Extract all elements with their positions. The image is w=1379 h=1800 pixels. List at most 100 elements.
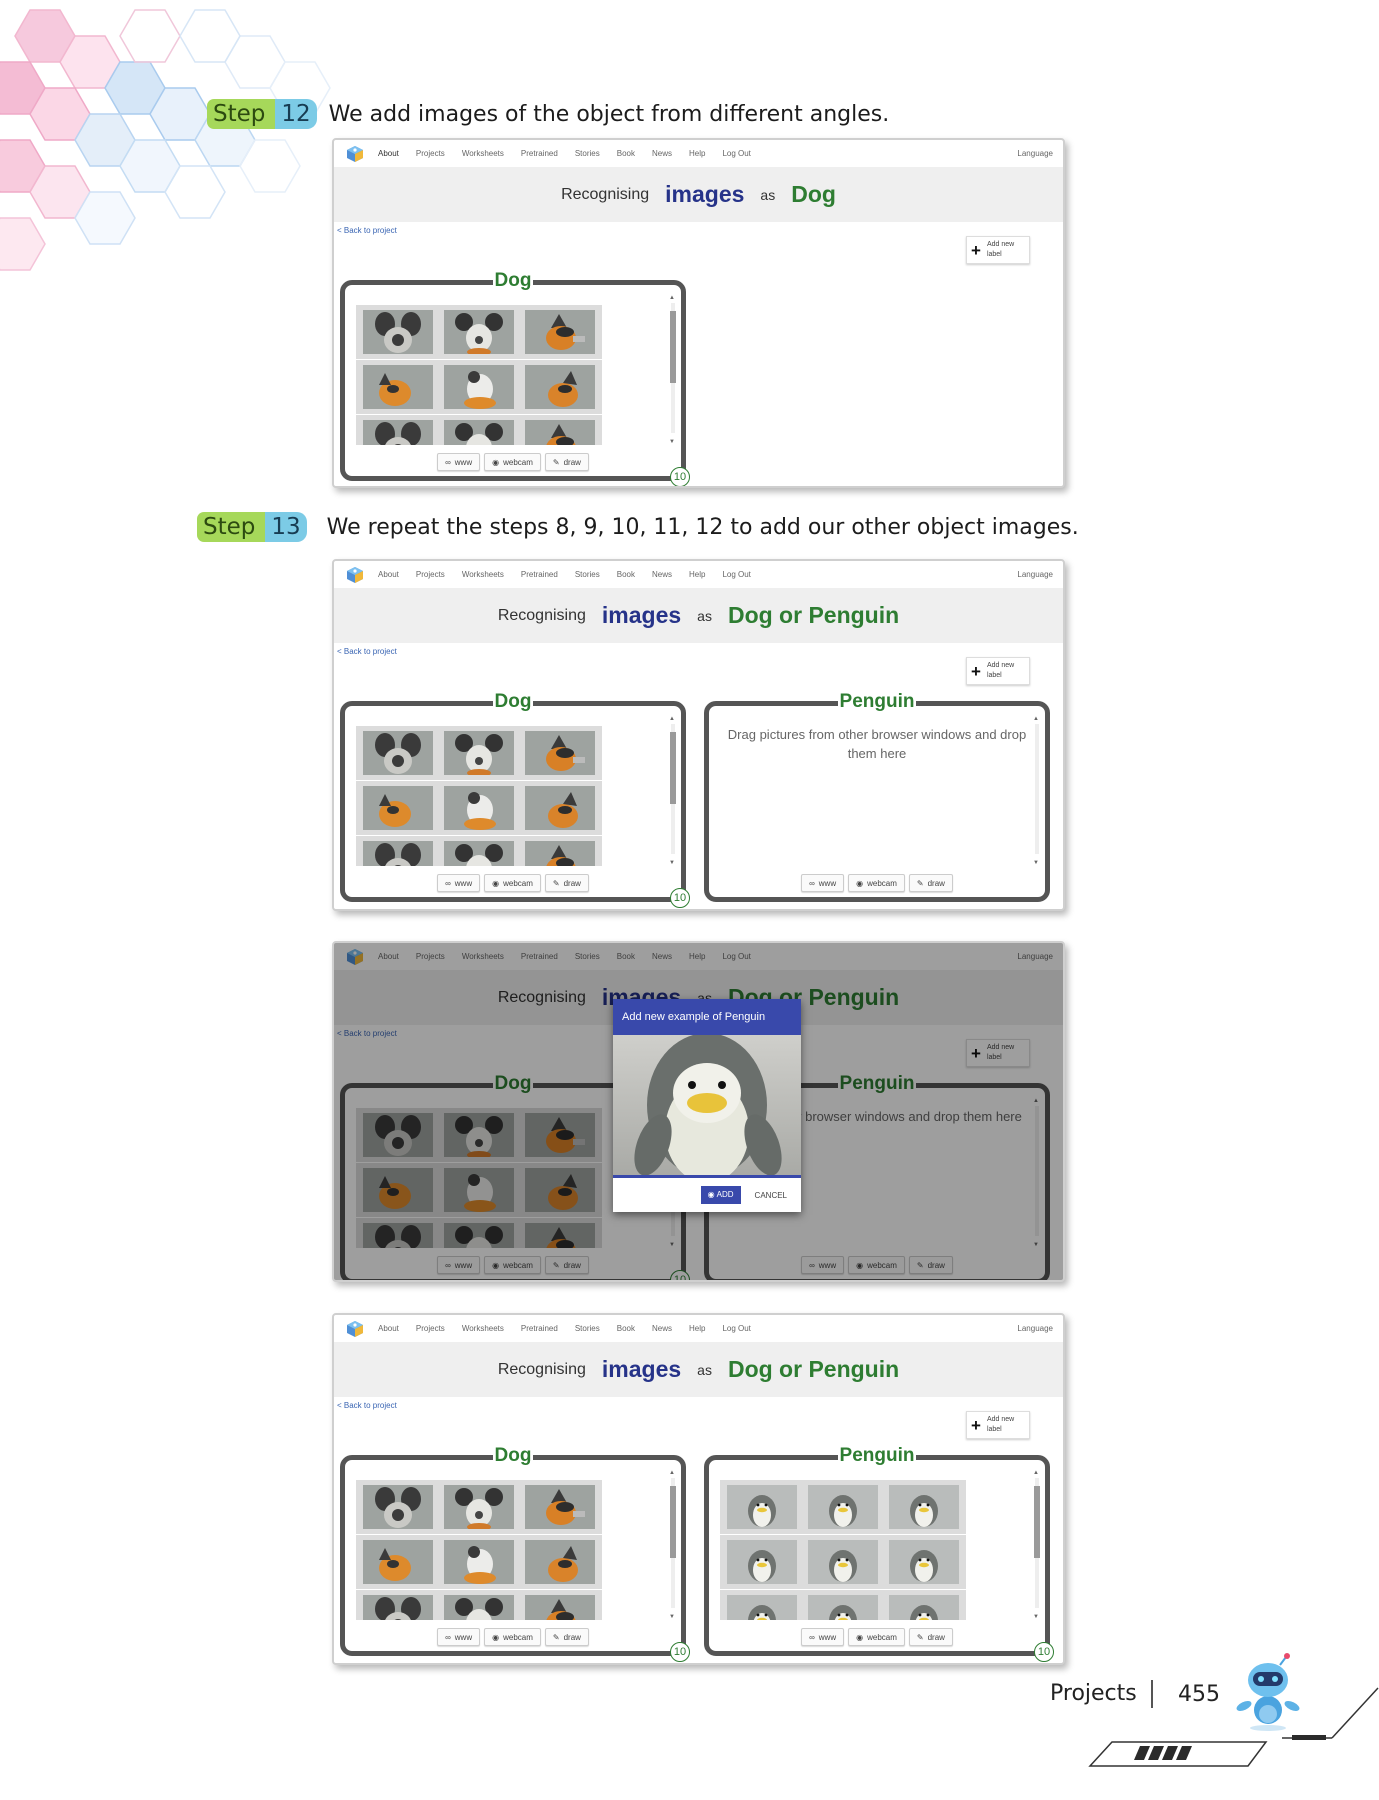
nav-help[interactable]: Help xyxy=(689,570,705,579)
nav-book[interactable]: Book xyxy=(617,1324,635,1333)
back-to-project-link[interactable]: < Back to project xyxy=(337,226,397,235)
scroll-thumb[interactable] xyxy=(670,732,676,804)
scrollbar[interactable]: ▲▼ xyxy=(1032,716,1041,866)
training-image[interactable] xyxy=(437,726,521,780)
nav-news[interactable]: News xyxy=(652,1324,672,1333)
nav-worksheets[interactable]: Worksheets xyxy=(462,570,504,579)
add-example-button[interactable]: ◉ ADD xyxy=(700,1186,741,1204)
nav-stories[interactable]: Stories xyxy=(575,149,600,158)
training-image[interactable] xyxy=(720,1480,804,1534)
www-button[interactable]: ∞ www xyxy=(437,874,481,892)
nav-projects[interactable]: Projects xyxy=(416,570,445,579)
draw-button[interactable]: ✎ draw xyxy=(544,1628,589,1646)
back-to-project-link[interactable]: < Back to project xyxy=(337,647,397,656)
training-image[interactable] xyxy=(437,360,521,414)
training-image[interactable] xyxy=(801,1535,885,1589)
add-new-label-button[interactable]: + Add new label xyxy=(966,1411,1030,1439)
training-image[interactable] xyxy=(356,781,440,835)
scroll-thumb[interactable] xyxy=(670,311,676,383)
language-menu[interactable]: Language xyxy=(1017,570,1053,579)
nav-news[interactable]: News xyxy=(652,149,672,158)
training-image[interactable] xyxy=(518,305,602,359)
training-image[interactable] xyxy=(801,1480,885,1534)
training-image[interactable] xyxy=(882,1535,966,1589)
draw-button[interactable]: ✎ draw xyxy=(544,453,589,471)
draw-button[interactable]: ✎ draw xyxy=(544,874,589,892)
logo-icon[interactable] xyxy=(346,566,364,584)
webcam-button[interactable]: ◉ webcam xyxy=(484,1628,541,1646)
training-image[interactable] xyxy=(437,415,521,445)
scroll-up-arrow[interactable]: ▲ xyxy=(669,716,675,722)
www-button[interactable]: ∞ www xyxy=(437,453,481,471)
nav-pretrained[interactable]: Pretrained xyxy=(521,570,558,579)
training-image[interactable] xyxy=(356,1480,440,1534)
training-image[interactable] xyxy=(518,360,602,414)
nav-about[interactable]: About xyxy=(378,570,399,579)
logo-icon[interactable] xyxy=(346,1320,364,1338)
nav-worksheets[interactable]: Worksheets xyxy=(462,149,504,158)
nav-log-out[interactable]: Log Out xyxy=(722,570,750,579)
nav-pretrained[interactable]: Pretrained xyxy=(521,149,558,158)
webcam-button[interactable]: ◉ webcam xyxy=(848,874,905,892)
training-image[interactable] xyxy=(801,1590,885,1620)
training-image[interactable] xyxy=(356,726,440,780)
training-image[interactable] xyxy=(882,1480,966,1534)
nav-book[interactable]: Book xyxy=(617,570,635,579)
webcam-button[interactable]: ◉ webcam xyxy=(484,453,541,471)
nav-about[interactable]: About xyxy=(378,149,399,158)
nav-projects[interactable]: Projects xyxy=(416,1324,445,1333)
nav-book[interactable]: Book xyxy=(617,149,635,158)
training-image[interactable] xyxy=(720,1590,804,1620)
nav-projects[interactable]: Projects xyxy=(416,149,445,158)
nav-stories[interactable]: Stories xyxy=(575,1324,600,1333)
training-image[interactable] xyxy=(437,305,521,359)
webcam-button[interactable]: ◉ webcam xyxy=(484,874,541,892)
language-menu[interactable]: Language xyxy=(1017,1324,1053,1333)
scrollbar[interactable]: ▲▼ xyxy=(1032,1470,1041,1620)
training-image[interactable] xyxy=(518,1535,602,1589)
webcam-button[interactable]: ◉ webcam xyxy=(848,1628,905,1646)
training-image[interactable] xyxy=(518,1480,602,1534)
scroll-down-arrow[interactable]: ▼ xyxy=(1033,860,1039,866)
nav-news[interactable]: News xyxy=(652,570,672,579)
training-image[interactable] xyxy=(518,415,602,445)
nav-help[interactable]: Help xyxy=(689,149,705,158)
scroll-thumb[interactable] xyxy=(1034,1486,1040,1558)
training-image[interactable] xyxy=(518,781,602,835)
nav-pretrained[interactable]: Pretrained xyxy=(521,1324,558,1333)
scroll-down-arrow[interactable]: ▼ xyxy=(669,1614,675,1620)
training-image[interactable] xyxy=(356,360,440,414)
add-new-label-button[interactable]: + Add new label xyxy=(966,236,1030,264)
scroll-up-arrow[interactable]: ▲ xyxy=(669,1470,675,1476)
scroll-thumb[interactable] xyxy=(670,1486,676,1558)
logo-icon[interactable] xyxy=(346,145,364,163)
training-image[interactable] xyxy=(356,305,440,359)
nav-stories[interactable]: Stories xyxy=(575,570,600,579)
scroll-down-arrow[interactable]: ▼ xyxy=(669,439,675,445)
nav-help[interactable]: Help xyxy=(689,1324,705,1333)
training-image[interactable] xyxy=(882,1590,966,1620)
www-button[interactable]: ∞ www xyxy=(801,874,845,892)
training-image[interactable] xyxy=(518,1590,602,1620)
draw-button[interactable]: ✎ draw xyxy=(908,874,953,892)
add-new-label-button[interactable]: + Add new label xyxy=(966,657,1030,685)
www-button[interactable]: ∞ www xyxy=(437,1628,481,1646)
scroll-down-arrow[interactable]: ▼ xyxy=(669,860,675,866)
scroll-up-arrow[interactable]: ▲ xyxy=(669,295,675,301)
scroll-down-arrow[interactable]: ▼ xyxy=(1033,1614,1039,1620)
training-image[interactable] xyxy=(437,836,521,866)
training-image[interactable] xyxy=(437,1535,521,1589)
training-image[interactable] xyxy=(437,1590,521,1620)
scroll-up-arrow[interactable]: ▲ xyxy=(1033,1470,1039,1476)
nav-log-out[interactable]: Log Out xyxy=(722,1324,750,1333)
draw-button[interactable]: ✎ draw xyxy=(908,1628,953,1646)
scroll-up-arrow[interactable]: ▲ xyxy=(1033,716,1039,722)
training-image[interactable] xyxy=(356,836,440,866)
training-image[interactable] xyxy=(518,836,602,866)
training-image[interactable] xyxy=(720,1535,804,1589)
training-image[interactable] xyxy=(437,1480,521,1534)
training-image[interactable] xyxy=(356,1590,440,1620)
nav-worksheets[interactable]: Worksheets xyxy=(462,1324,504,1333)
scrollbar[interactable]: ▲▼ xyxy=(668,295,677,445)
training-image[interactable] xyxy=(356,1535,440,1589)
